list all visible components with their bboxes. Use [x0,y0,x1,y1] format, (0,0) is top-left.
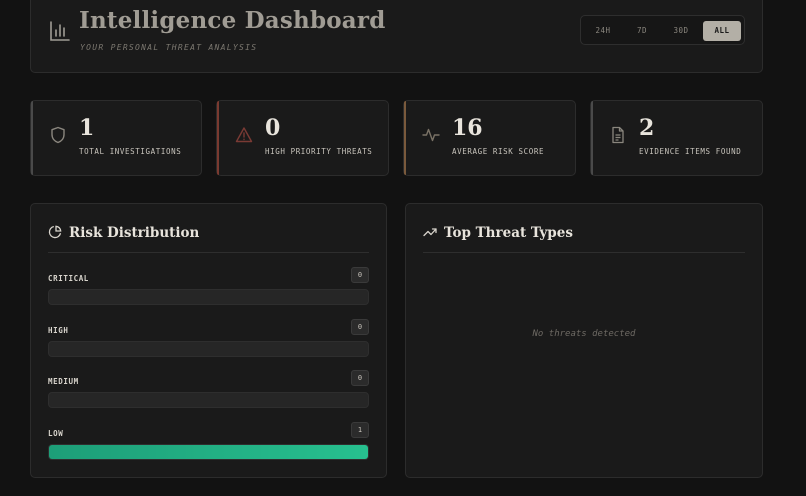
risk-bar-track [48,392,369,408]
range-7d-button[interactable]: 7D [623,21,661,41]
stat-label: AVERAGE RISK SCORE [452,147,545,156]
risk-row-high: HIGH 0 [48,319,369,364]
panel-title: Top Threat Types [444,225,573,241]
risk-count-badge: 1 [351,422,369,438]
risk-count-badge: 0 [351,319,369,335]
stat-card-evidence: 2 EVIDENCE ITEMS FOUND [590,100,763,176]
risk-bar-track [48,341,369,357]
stat-card-risk-score: 16 AVERAGE RISK SCORE [403,100,576,176]
risk-row-low: LOW 1 [48,422,369,467]
risk-label: LOW [48,429,64,438]
trending-up-icon [423,228,437,237]
risk-bar-track [48,289,369,305]
panel-title: Risk Distribution [69,225,200,241]
divider [48,252,369,253]
risk-bar-fill [49,445,368,459]
dashboard-header: Intelligence Dashboard YOUR PERSONAL THR… [30,0,763,73]
stat-value: 2 [639,115,655,141]
stat-card-investigations: 1 TOTAL INVESTIGATIONS [30,100,202,176]
stat-label: TOTAL INVESTIGATIONS [79,147,182,156]
risk-row-critical: CRITICAL 0 [48,267,369,312]
page-subtitle: YOUR PERSONAL THREAT ANALYSIS [80,43,258,52]
range-all-button[interactable]: ALL [703,21,741,41]
stat-value: 1 [79,115,95,141]
risk-label: HIGH [48,326,69,335]
stat-card-high-priority: 0 HIGH PRIORITY THREATS [216,100,389,176]
stat-label: EVIDENCE ITEMS FOUND [639,147,742,156]
risk-row-medium: MEDIUM 0 [48,370,369,415]
page-title: Intelligence Dashboard [79,7,386,34]
range-30d-button[interactable]: 30D [662,21,700,41]
divider [423,252,745,253]
risk-count-badge: 0 [351,267,369,283]
document-icon [612,126,624,144]
activity-icon [422,128,440,142]
pie-chart-icon [48,225,62,239]
shield-icon [51,126,65,144]
stat-label: HIGH PRIORITY THREATS [265,147,373,156]
risk-label: MEDIUM [48,377,79,386]
stat-value: 0 [265,115,281,141]
bar-chart-icon [50,21,70,41]
range-24h-button[interactable]: 24H [584,21,622,41]
risk-distribution-panel: Risk Distribution CRITICAL 0 HIGH 0 MEDI… [30,203,387,478]
warning-icon [235,127,253,143]
risk-label: CRITICAL [48,274,89,283]
time-range-selector: 24H 7D 30D ALL [580,15,745,45]
top-threat-types-panel: Top Threat Types No threats detected [405,203,763,478]
risk-bar-track [48,444,369,460]
stat-value: 16 [452,115,483,141]
empty-state-message: No threats detected [532,329,636,339]
risk-count-badge: 0 [351,370,369,386]
